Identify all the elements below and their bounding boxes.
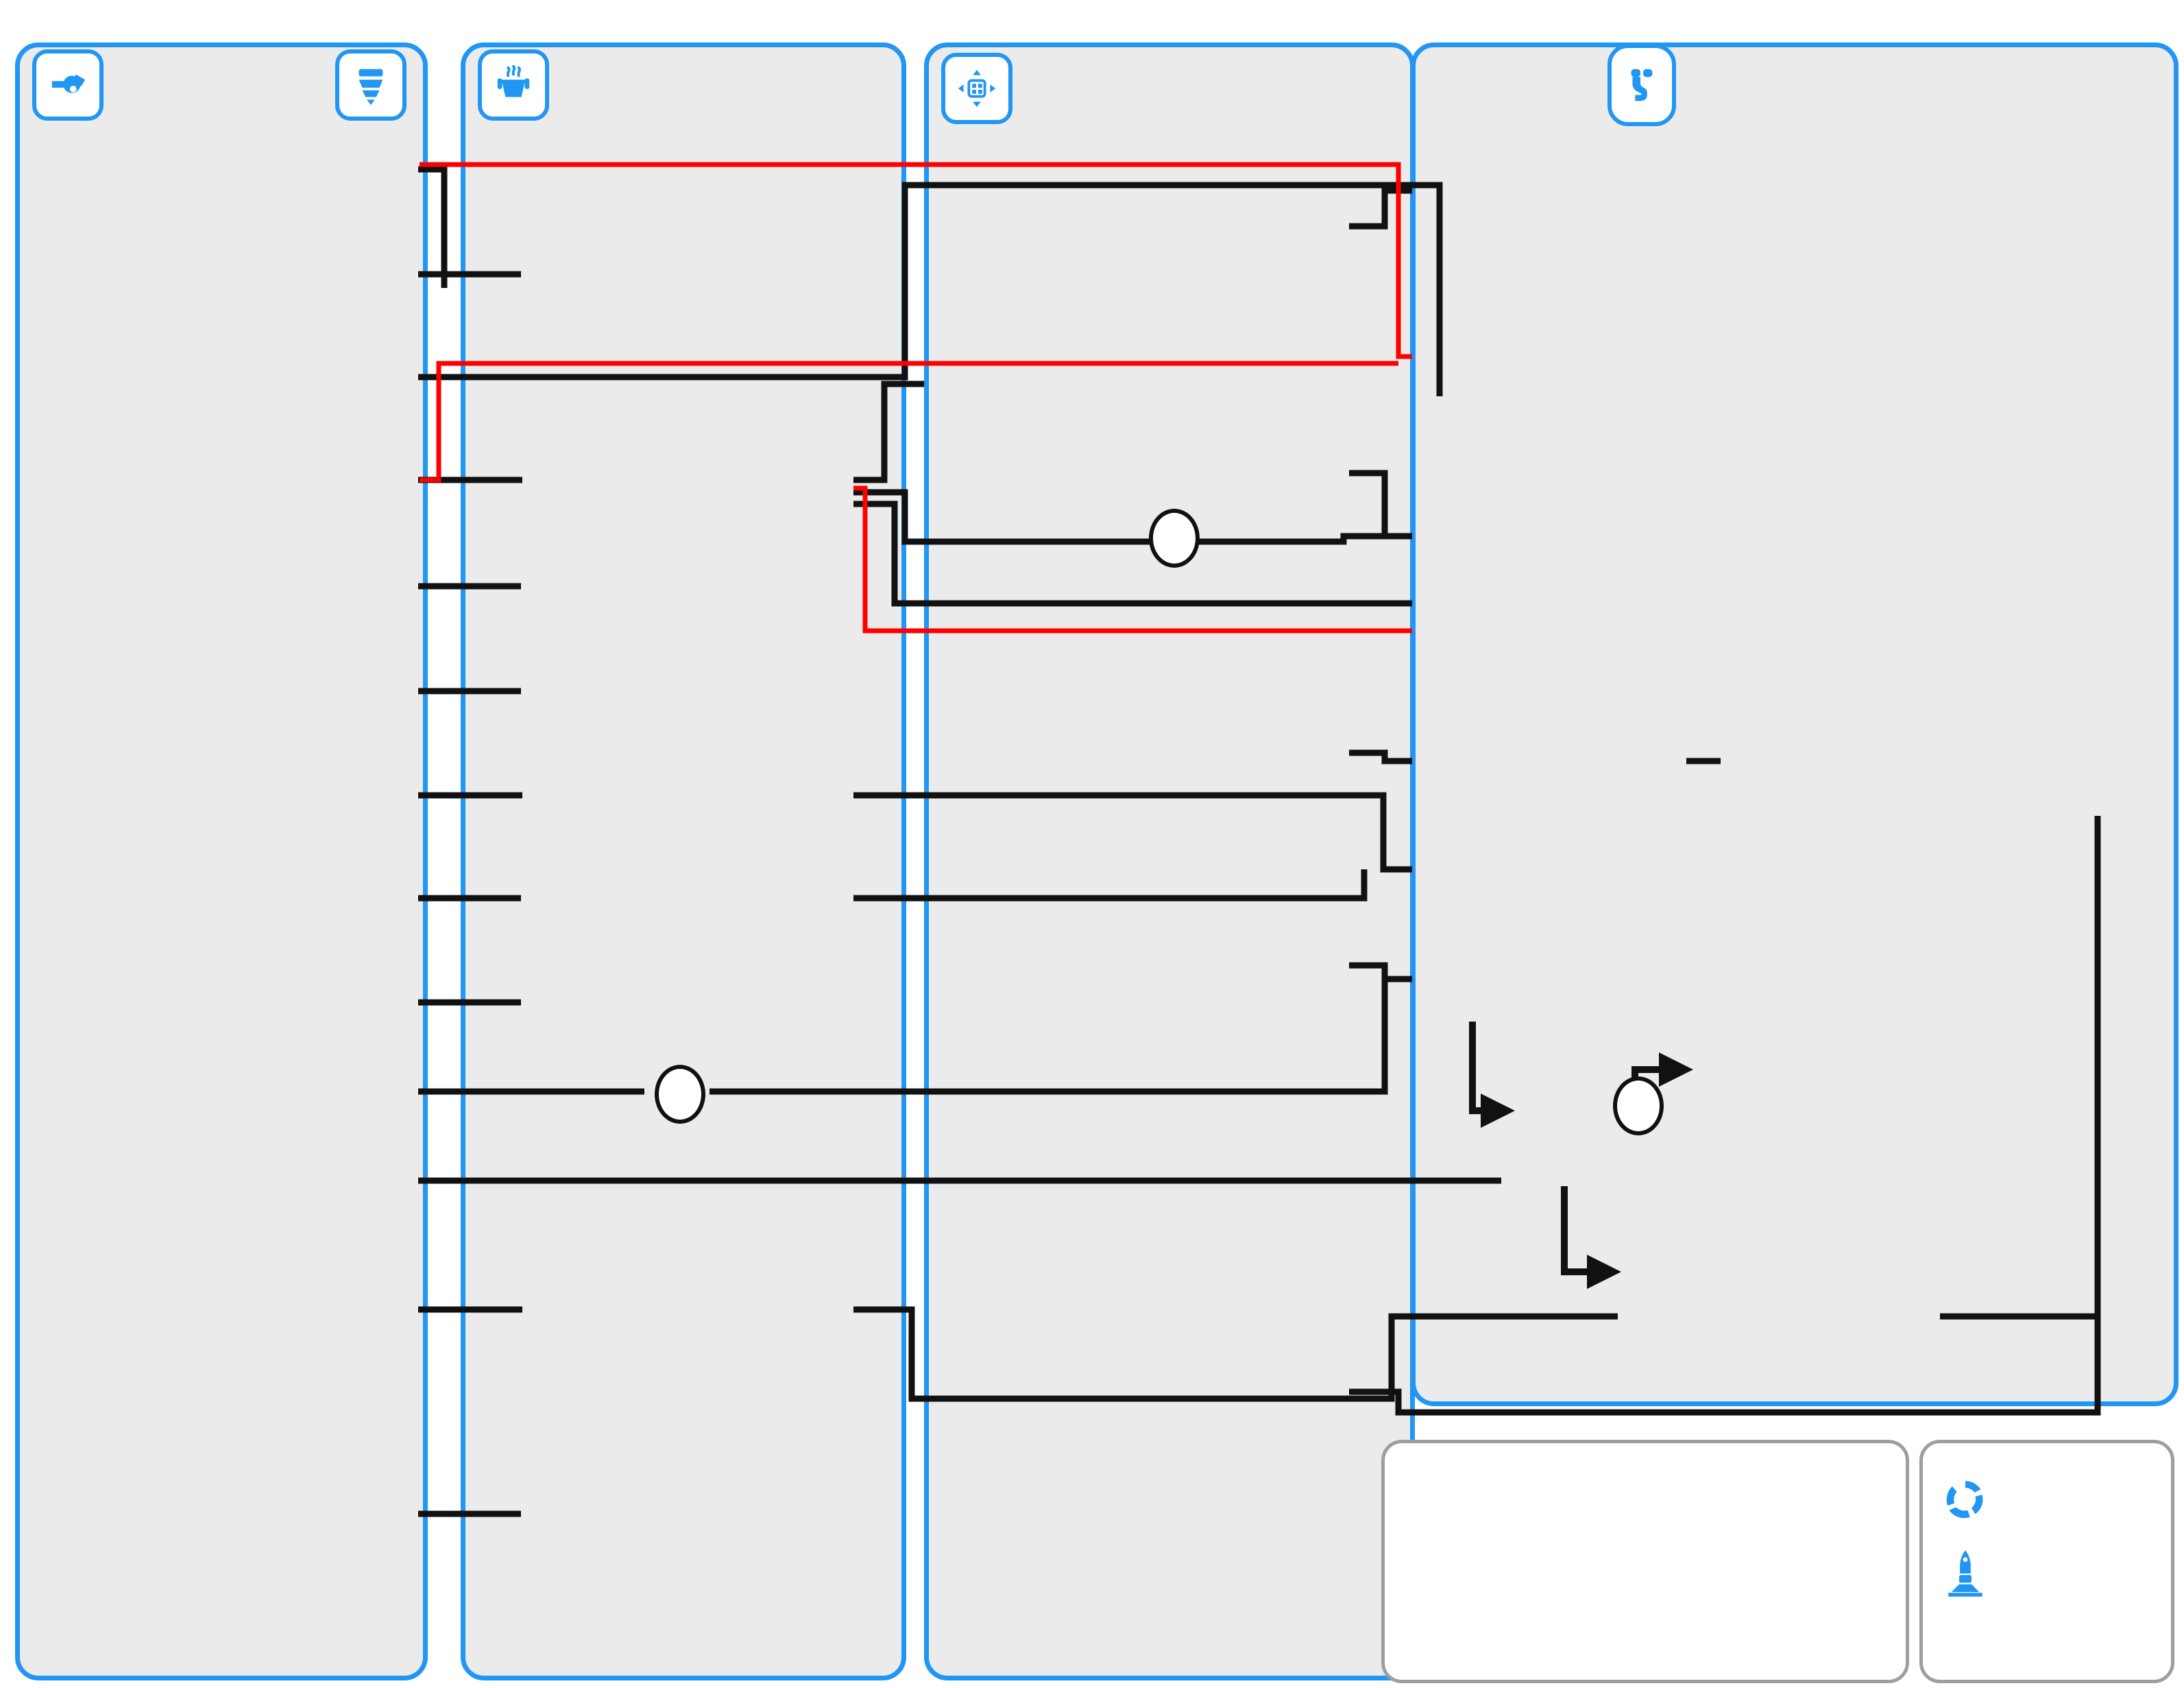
other-source-trade-platform xyxy=(1923,1546,2171,1601)
planet-name-labels xyxy=(1385,1453,1906,1576)
trade-platform-icon xyxy=(1948,1550,1982,1597)
column-mining-header xyxy=(20,47,423,123)
mining-drill-icon xyxy=(32,49,104,121)
chemistry-lab-icon xyxy=(1607,44,1676,126)
resource-tree-canvas xyxy=(0,0,2184,1688)
column-mining xyxy=(15,43,428,1680)
column-chemlab-header xyxy=(1416,44,2174,126)
other-source-soil-centrifuge xyxy=(1923,1472,2171,1527)
column-condenser-header xyxy=(929,47,1410,128)
multiplier-badge-sulfur xyxy=(1149,509,1200,568)
planetary-legend-title xyxy=(1385,1443,1906,1453)
drill-mod-icon xyxy=(335,49,407,121)
soil-centrifuge-icon xyxy=(1946,1481,1983,1519)
smelting-furnace-icon xyxy=(478,49,549,121)
column-smelting-header xyxy=(465,47,901,123)
other-sources-legend xyxy=(1919,1440,2174,1683)
other-sources-title xyxy=(1923,1443,2171,1453)
multiplier-badge-diamond xyxy=(1613,1076,1664,1135)
column-smelting xyxy=(461,43,906,1680)
planetary-legend xyxy=(1381,1440,1909,1683)
column-condenser xyxy=(924,43,1415,1680)
multiplier-badge-ammonium xyxy=(655,1065,705,1124)
atmospheric-condenser-icon xyxy=(941,53,1012,124)
column-chemistry-lab xyxy=(1411,43,2179,1406)
